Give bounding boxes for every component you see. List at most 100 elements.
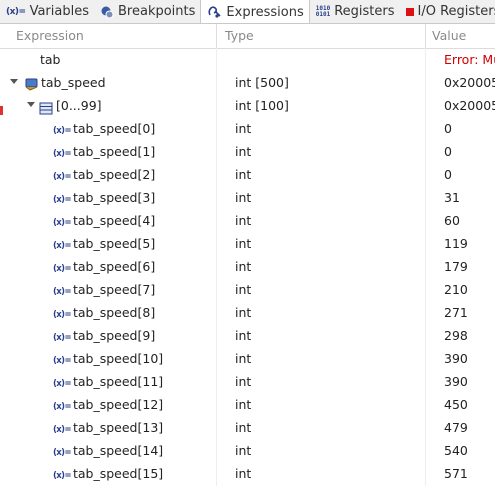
element-name-label: tab_speed[2] [73,167,155,182]
tree-row-tab-speed[interactable]: tab_speed int [500] 0x200056 [0,71,495,94]
element-name: (x)=tab_speed[5] [53,232,155,255]
element-name-label: tab_speed[3] [73,190,155,205]
tree-row-element[interactable]: (x)=tab_speed[1] int 0 [0,140,495,163]
tree-row-element[interactable]: (x)=tab_speed[11]int390 [0,370,495,393]
element-name-label: tab_speed[1] [73,144,155,159]
column-divider[interactable] [425,24,426,48]
collapse-chevron-icon[interactable] [27,102,35,107]
element-value: 479 [444,416,468,439]
column-header-expression[interactable]: Expression [16,24,84,48]
element-name: (x)=tab_speed[1] [53,140,155,163]
element-type: int [235,255,251,278]
tree-row-element[interactable]: (x)=tab_speed[6]int179 [0,255,495,278]
tree-row-element[interactable]: (x)=tab_speed[5]int119 [0,232,495,255]
expression-name: [0...99] [56,94,102,117]
column-header-type[interactable]: Type [225,24,254,48]
element-type: int [235,370,251,393]
tab-io-registers[interactable]: I/O Registers [400,0,495,23]
element-type: int [235,209,251,232]
element-type: int [235,462,251,485]
element-name: (x)=tab_speed[10] [53,347,163,370]
tab-io-registers-label: I/O Registers [418,4,495,19]
element-name-label: tab_speed[6] [73,259,155,274]
element-type: int [235,232,251,255]
element-value: 210 [444,278,468,301]
element-name: (x)=tab_speed[15] [53,462,163,485]
element-type: int [235,416,251,439]
tree-column-header: Expression Type Value [0,24,495,49]
element-type: int [235,278,251,301]
element-name-label: tab_speed[13] [73,420,163,435]
tab-registers-label: Registers [334,4,394,19]
tree-row-element[interactable]: (x)=tab_speed[3]int31 [0,186,495,209]
tree-row-element[interactable]: (x)=tab_speed[4] int 60 [0,209,495,232]
tree-row-element[interactable]: (x)=tab_speed[7] int 210 [0,278,495,301]
element-name: (x)=tab_speed[7] [53,278,155,301]
element-name: (x)=tab_speed[3] [53,186,155,209]
tree-row-element[interactable]: (x)=tab_speed[10] int 390 [0,347,495,370]
expressions-tree: tab Error: Mu tab_speed int [500] 0x2000… [0,48,495,485]
tree-row-element[interactable]: (x)=tab_speed[12] int 450 [0,393,495,416]
tree-row-element[interactable]: (x)=tab_speed[13] int 479 [0,416,495,439]
breakpoints-icon [100,5,114,19]
element-name-label: tab_speed[9] [73,328,155,343]
element-name: (x)=tab_speed[4] [53,209,155,232]
tree-row-element[interactable]: (x)=tab_speed[15] int 571 [0,462,495,485]
element-value: 0 [444,117,452,140]
expression-value-error: Error: Mu [444,48,495,71]
element-value: 0 [444,163,452,186]
element-type: int [235,163,251,186]
element-type: int [235,117,251,140]
expression-type: int [500] [235,71,289,94]
tab-breakpoints[interactable]: Breakpoints [94,0,200,23]
element-name-label: tab_speed[0] [73,121,155,136]
registers-icon: 1010 0101 [316,6,330,18]
element-name-label: tab_speed[10] [73,351,163,366]
tab-registers[interactable]: 1010 0101 Registers [310,0,400,23]
element-name: (x)=tab_speed[12] [53,393,163,416]
tab-variables[interactable]: (x)= Variables [0,0,94,23]
element-name: (x)=tab_speed[8] [53,301,155,324]
element-value: 540 [444,439,468,462]
tree-row-element[interactable]: (x)=tab_speed[0]int0 [0,117,495,140]
element-name-label: tab_speed[14] [73,443,163,458]
element-type: int [235,186,251,209]
column-header-value[interactable]: Value [432,24,466,48]
collapse-chevron-icon[interactable] [10,79,18,84]
element-value: 60 [444,209,460,232]
element-name-label: tab_speed[11] [73,374,163,389]
element-value: 571 [444,462,468,485]
element-value: 0 [444,140,452,163]
io-registers-icon [406,8,414,16]
expression-value: 0x200056 [444,71,495,94]
element-value: 450 [444,393,468,416]
tree-row-element[interactable]: (x)=tab_speed[2] int 0 [0,163,495,186]
tab-expressions-label: Expressions [226,5,303,20]
breakpoint-marker [0,106,3,115]
element-name: (x)=tab_speed[13] [53,416,163,439]
expression-name: tab_speed [41,71,106,94]
element-name-label: tab_speed[15] [73,466,163,481]
element-type: int [235,393,251,416]
element-type: int [235,140,251,163]
element-name: (x)=tab_speed[2] [53,163,155,186]
element-value: 390 [444,347,468,370]
tab-breakpoints-label: Breakpoints [118,4,195,19]
tree-row-element[interactable]: (x)=tab_speed[8]int271 [0,301,495,324]
element-name: (x)=tab_speed[9] [53,324,155,347]
tree-row-element[interactable]: (x)=tab_speed[14]int540 [0,439,495,462]
tree-row-element[interactable]: (x)=tab_speed[9]int298 [0,324,495,347]
tree-row-tab[interactable]: tab Error: Mu [0,48,495,71]
variables-icon: (x)= [6,7,26,17]
element-name-label: tab_speed[7] [73,282,155,297]
element-type: int [235,347,251,370]
element-value: 271 [444,301,468,324]
element-name: (x)=tab_speed[11] [53,370,163,393]
tab-expressions[interactable]: Expressions [200,0,309,24]
expression-name: tab [40,48,61,71]
element-name: (x)=tab_speed[6] [53,255,155,278]
element-name-label: tab_speed[5] [73,236,155,251]
tree-row-range[interactable]: [0...99] int [100] 0x200056 [0,94,495,117]
column-divider[interactable] [216,24,217,48]
element-name-label: tab_speed[12] [73,397,163,412]
